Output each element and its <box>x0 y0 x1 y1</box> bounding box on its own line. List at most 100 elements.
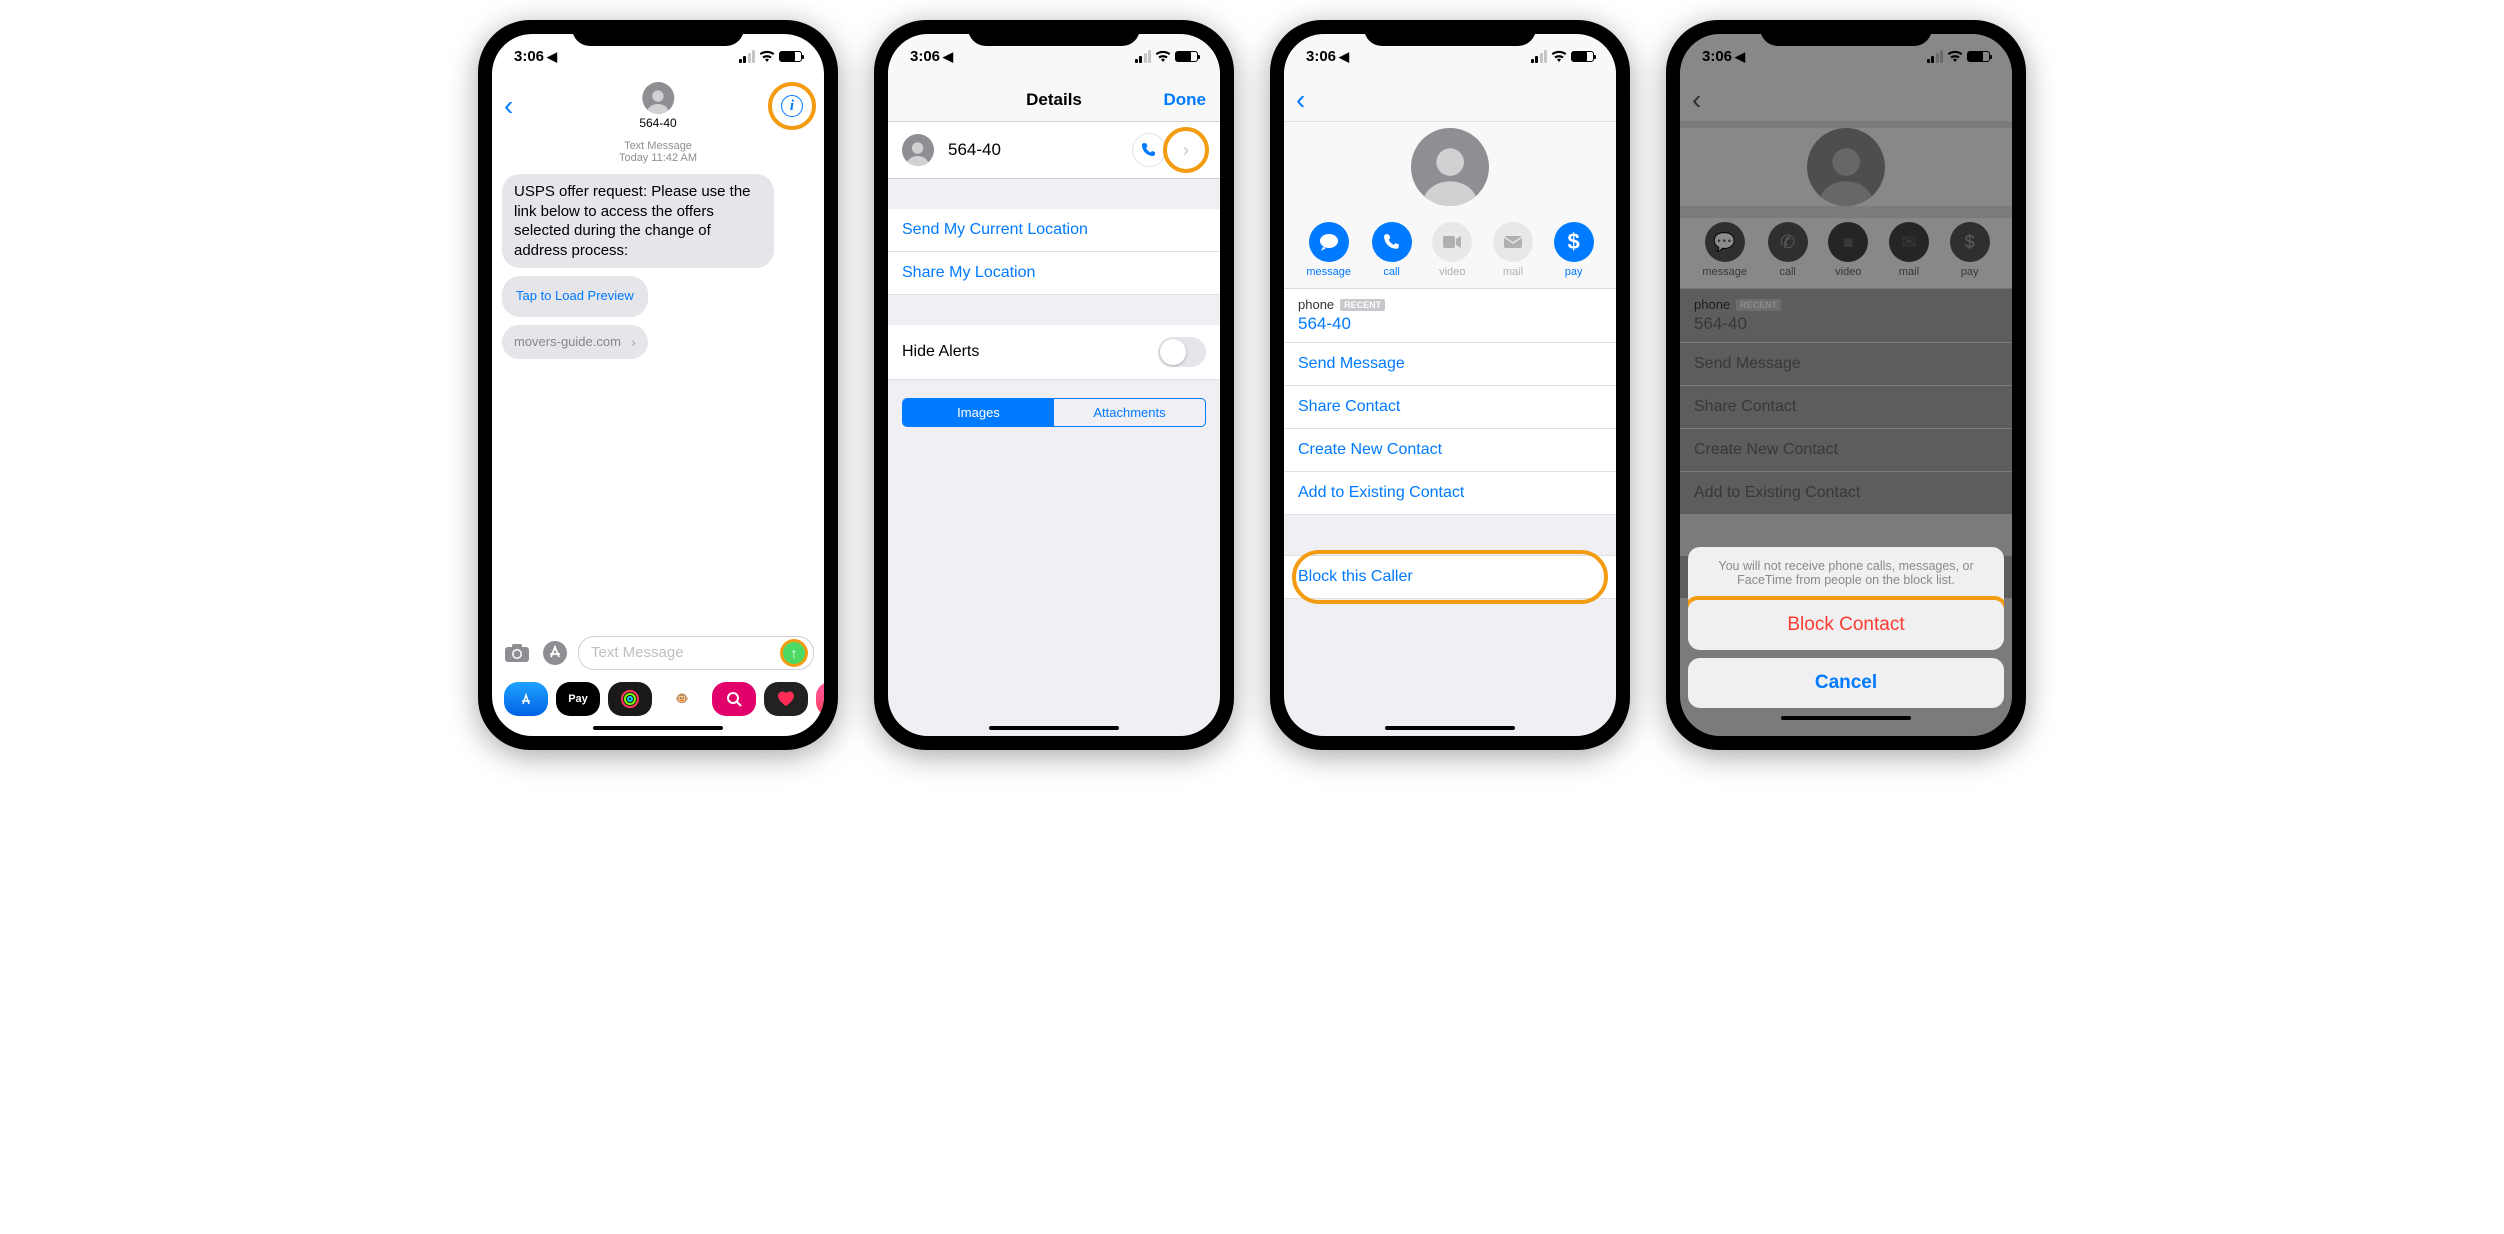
send-button[interactable]: ↑ <box>783 642 805 664</box>
camera-icon[interactable] <box>502 641 532 665</box>
segment-images[interactable]: Images <box>903 399 1054 426</box>
action-call[interactable]: call <box>1372 222 1412 278</box>
action-video: video <box>1432 222 1472 278</box>
done-button[interactable]: Done <box>1164 90 1207 110</box>
phone-3: 3:06◀ ‹ message call video mail $pay pho… <box>1270 20 1630 750</box>
signal-icon <box>1927 50 1944 63</box>
status-time: 3:06 <box>514 48 544 65</box>
message-input[interactable]: Text Message ↑ <box>578 636 814 670</box>
tray-activity[interactable] <box>608 682 652 716</box>
share-contact-button: Share Contact <box>1680 386 2012 429</box>
signal-icon <box>1135 50 1152 63</box>
home-indicator[interactable] <box>1781 716 1911 721</box>
notch <box>1364 20 1536 46</box>
phone-number-row: phoneRECENT 564-40 <box>1680 289 2012 343</box>
create-contact-button: Create New Contact <box>1680 429 2012 472</box>
details-screen: 3:06◀ Details Done 564-40 › Send My Curr… <box>888 34 1220 736</box>
contact-row[interactable]: 564-40 › <box>888 122 1220 179</box>
recent-badge: RECENT <box>1736 299 1781 311</box>
add-existing-contact-button[interactable]: Add to Existing Contact <box>1284 472 1616 515</box>
location-icon: ◀ <box>1339 49 1349 64</box>
details-nav: Details Done <box>888 78 1220 122</box>
battery-icon <box>1571 51 1594 62</box>
tutorial-highlight <box>768 82 816 130</box>
message-bubble[interactable]: USPS offer request: Please use the link … <box>502 174 774 268</box>
notch <box>968 20 1140 46</box>
battery-icon <box>1175 51 1198 62</box>
share-location-button[interactable]: Share My Location <box>888 252 1220 295</box>
tutorial-highlight <box>1292 550 1608 604</box>
avatar-icon <box>1411 128 1489 206</box>
wifi-icon <box>1155 50 1171 62</box>
battery-icon <box>1967 51 1990 62</box>
action-mail: mail <box>1493 222 1533 278</box>
segment-attachments[interactable]: Attachments <box>1054 399 1205 426</box>
action-sheet: You will not receive phone calls, messag… <box>1688 547 2004 727</box>
contact-nav: ‹ <box>1284 78 1616 122</box>
nav-title: Details <box>1026 90 1082 110</box>
block-caller-wrap: Block this Caller <box>1284 555 1616 599</box>
info-button[interactable]: i <box>772 86 812 126</box>
message-type: Text Message <box>492 140 824 152</box>
action-video: ■video <box>1828 222 1868 278</box>
wifi-icon <box>1947 50 1963 62</box>
link-bubble[interactable]: movers-guide.com › <box>502 325 648 359</box>
avatar-icon <box>902 134 934 166</box>
contact-number: 564-40 <box>948 140 1132 160</box>
contact-nav: ‹ <box>1680 78 2012 122</box>
phone-number-row[interactable]: phoneRECENT 564-40 <box>1284 289 1616 343</box>
block-contact-button[interactable]: Block Contact <box>1688 600 2004 650</box>
phone-number-value: 564-40 <box>1298 314 1602 334</box>
location-icon: ◀ <box>1735 49 1745 64</box>
cancel-button[interactable]: Cancel <box>1688 658 2004 708</box>
call-button[interactable] <box>1132 133 1166 167</box>
avatar-icon[interactable] <box>642 82 674 114</box>
phone-2: 3:06◀ Details Done 564-40 › Send My Curr… <box>874 20 1234 750</box>
tutorial-highlight <box>1163 127 1209 173</box>
back-button: ‹ <box>1692 84 1701 116</box>
messages-screen: 3:06◀ ‹ 564-40 i Text Message Today 11:4… <box>492 34 824 736</box>
tray-gif[interactable] <box>712 682 756 716</box>
send-message-button: Send Message <box>1680 343 2012 386</box>
action-row: 💬message ✆call ■video ✉mail $pay <box>1680 218 2012 289</box>
send-location-button[interactable]: Send My Current Location <box>888 209 1220 252</box>
messages-nav: ‹ 564-40 i <box>492 78 824 134</box>
contact-card-screen-dimmed: 3:06◀ ‹ 💬message ✆call ■video ✉mail $pay… <box>1680 34 2012 736</box>
action-row: message call video mail $pay <box>1284 218 1616 289</box>
create-contact-button[interactable]: Create New Contact <box>1284 429 1616 472</box>
action-message[interactable]: message <box>1306 222 1351 278</box>
sheet-message: You will not receive phone calls, messag… <box>1688 547 2004 600</box>
disclosure-button[interactable]: › <box>1166 130 1206 170</box>
app-tray[interactable]: Pay 🐵 ♪ <box>492 676 824 720</box>
link-preview-button[interactable]: Tap to Load Preview <box>502 276 648 317</box>
home-indicator[interactable] <box>593 726 723 731</box>
recent-badge: RECENT <box>1340 299 1385 311</box>
home-indicator[interactable] <box>1385 726 1515 731</box>
status-time: 3:06 <box>1702 48 1732 65</box>
link-domain: movers-guide.com <box>514 334 621 351</box>
wifi-icon <box>759 50 775 62</box>
phone-4: 3:06◀ ‹ 💬message ✆call ■video ✉mail $pay… <box>1666 20 2026 750</box>
tray-applepay[interactable]: Pay <box>556 682 600 716</box>
share-contact-button[interactable]: Share Contact <box>1284 386 1616 429</box>
segmented-control[interactable]: Images Attachments <box>902 398 1206 427</box>
tray-music[interactable]: ♪ <box>816 682 824 716</box>
hide-alerts-toggle[interactable] <box>1158 337 1206 367</box>
action-pay: $pay <box>1950 222 1990 278</box>
back-button[interactable]: ‹ <box>1296 84 1305 116</box>
message-input-row: Text Message ↑ <box>492 630 824 676</box>
appstore-icon[interactable] <box>540 641 570 665</box>
back-button[interactable]: ‹ <box>504 90 513 122</box>
tray-appstore[interactable] <box>504 682 548 716</box>
tray-animoji[interactable]: 🐵 <box>660 682 704 716</box>
notch <box>1760 20 1932 46</box>
action-message: 💬message <box>1702 222 1747 278</box>
tray-heart[interactable] <box>764 682 808 716</box>
action-pay[interactable]: $pay <box>1554 222 1594 278</box>
signal-icon <box>739 50 756 63</box>
send-message-button[interactable]: Send Message <box>1284 343 1616 386</box>
home-indicator[interactable] <box>989 726 1119 731</box>
chevron-right-icon: › <box>631 333 636 351</box>
hide-alerts-row: Hide Alerts <box>888 325 1220 380</box>
notch <box>572 20 744 46</box>
